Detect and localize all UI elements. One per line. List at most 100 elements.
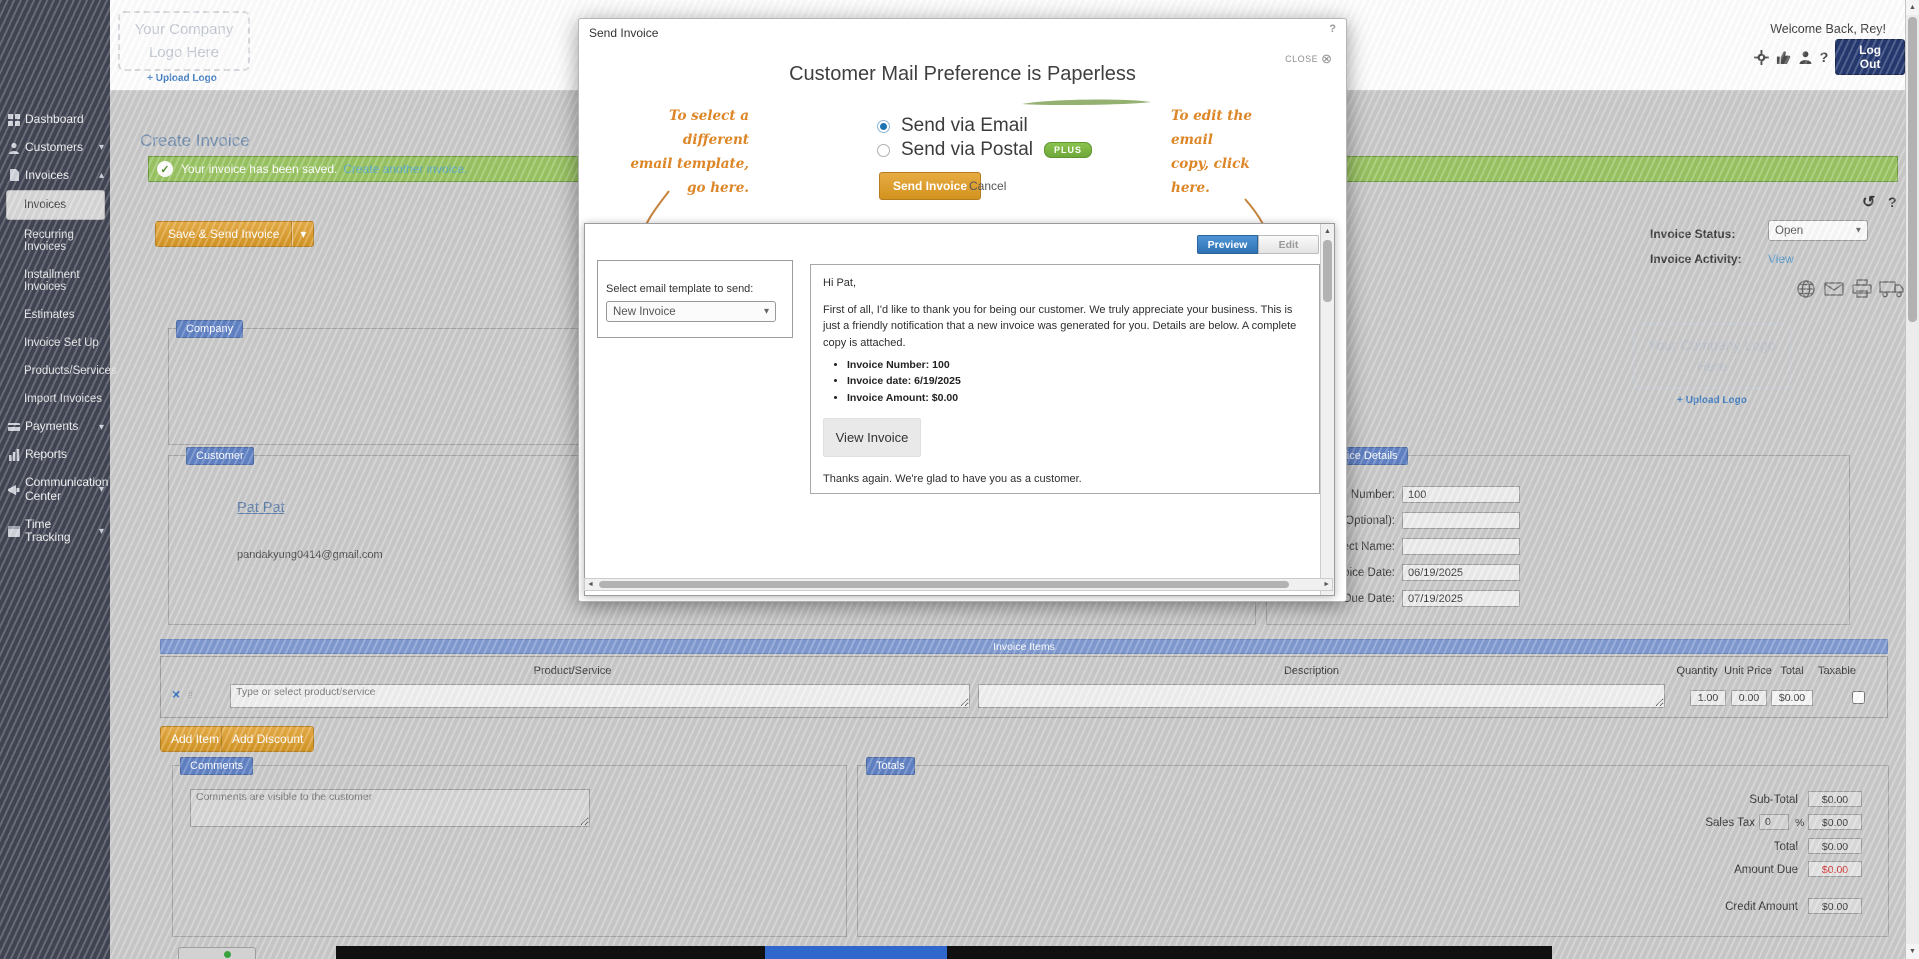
page-scrollbar[interactable]: ▲ ▼ — [1905, 0, 1919, 959]
invoice-action-icons — [1795, 279, 1905, 299]
col-unit-price: Unit Price — [1722, 665, 1774, 677]
unit-price-input[interactable] — [1731, 690, 1767, 706]
bottom-scrollbar-thumb[interactable] — [765, 946, 947, 959]
postal-radio[interactable] — [877, 144, 890, 157]
sidebar-item-customers[interactable]: Customers ▾ — [0, 134, 110, 162]
company-badge: Company — [176, 320, 243, 338]
sidebar-subitem-import-invoices[interactable]: Import Invoices — [0, 385, 110, 413]
page-scrollbar-thumb[interactable] — [1908, 17, 1917, 322]
email-option-label[interactable]: Send via Email — [901, 115, 1028, 137]
add-discount-button[interactable]: Add Discount — [221, 726, 314, 752]
scroll-left-icon: ◄ — [587, 581, 594, 588]
upload-logo-link[interactable]: + Upload Logo — [118, 73, 246, 84]
sidebar-item-dashboard[interactable]: Dashboard — [0, 106, 110, 134]
chevron-down-icon: ▾ — [99, 484, 104, 496]
postal-option-label[interactable]: Send via Postal — [901, 139, 1033, 161]
email-radio[interactable] — [877, 120, 890, 133]
gear-icon[interactable] — [1754, 50, 1769, 65]
modal-h-scrollbar-thumb[interactable] — [599, 581, 1289, 588]
sidebar-item-reports[interactable]: Reports — [0, 441, 110, 469]
sidebar-label: Time Tracking — [25, 518, 94, 546]
taxable-checkbox[interactable] — [1852, 691, 1865, 704]
sidebar-item-time-tracking[interactable]: Time Tracking ▾ — [0, 511, 110, 553]
email-panel-scrollbar[interactable]: ▲ ▼ — [1320, 224, 1334, 595]
send-invoice-modal: Send Invoice ? CLOSE ⊗ Customer Mail Pre… — [578, 18, 1347, 602]
invoice-number-input[interactable] — [1402, 486, 1520, 503]
template-select[interactable]: New Invoice ▾ — [606, 301, 776, 322]
email-greeting: Hi Pat, — [823, 275, 1307, 292]
modal-cancel-link[interactable]: Cancel — [969, 179, 1006, 193]
save-send-split-button: Save & Send Invoice ▾ — [155, 221, 314, 247]
user-icon[interactable] — [1798, 50, 1813, 65]
sidebar-subitem-invoice-set-up[interactable]: Invoice Set Up — [0, 329, 110, 357]
sidebar-subitem-products-services[interactable]: Products/Services — [0, 357, 110, 385]
save-send-button[interactable]: Save & Send Invoice — [155, 221, 292, 247]
help-icon[interactable]: ? — [1888, 194, 1897, 210]
invoice-date-input[interactable] — [1402, 564, 1520, 581]
modal-h-scrollbar[interactable]: ◄ ► — [584, 578, 1333, 591]
drag-handle-icon[interactable]: ⁞⁞ — [188, 690, 193, 700]
email-scrollbar-thumb[interactable] — [1323, 240, 1332, 302]
customer-badge: Customer — [186, 447, 254, 465]
email-scroll-up-button[interactable]: ▲ — [1321, 224, 1334, 238]
modal-heading: Customer Mail Preference is Paperless — [579, 63, 1346, 86]
modal-send-invoice-button[interactable]: Send Invoice — [879, 172, 981, 200]
globe-icon[interactable] — [1795, 279, 1817, 299]
sidebar-label: Invoices — [25, 169, 69, 183]
due-date-input[interactable] — [1402, 590, 1520, 607]
truck-icon[interactable] — [1879, 279, 1905, 299]
invoice-logo-placeholder[interactable]: Your Company Logo Here — [1633, 323, 1791, 389]
description-textarea[interactable] — [978, 684, 1665, 708]
create-another-invoice-link[interactable]: Create another invoice. — [343, 162, 467, 176]
col-total: Total — [1772, 665, 1812, 677]
scroll-right-button[interactable]: ► — [1323, 579, 1330, 590]
sidebar-subitem-invoices[interactable]: Invoices — [6, 190, 105, 220]
sidebar-item-invoices[interactable]: Invoices ▴ — [0, 162, 110, 190]
sales-tax-rate-input[interactable] — [1759, 814, 1789, 830]
sidebar: Dashboard Customers ▾ Invoices ▴ Invoice… — [0, 0, 110, 959]
logout-button[interactable]: Log Out — [1835, 39, 1905, 75]
po-number-input[interactable] — [1402, 512, 1520, 529]
add-item-button[interactable]: Add Item — [160, 726, 230, 752]
bottom-cutoff-button[interactable] — [178, 947, 256, 959]
product-service-textarea[interactable] — [230, 684, 970, 708]
postal-option-row[interactable]: Send via Postal PLUS — [877, 139, 1092, 161]
email-bullet-invoice-amount: Invoice Amount: $0.00 — [847, 390, 1307, 406]
sidebar-item-communication-center[interactable]: Communication Center ▾ — [0, 469, 110, 511]
customer-name-link[interactable]: Pat Pat — [237, 500, 285, 516]
credit-amount-value: $0.00 — [1808, 898, 1862, 914]
email-body: First of all, I'd like to thank you for … — [823, 302, 1307, 352]
history-icon[interactable]: ↺ — [1862, 192, 1875, 212]
mail-icon[interactable] — [1823, 279, 1845, 299]
sidebar-item-payments[interactable]: Payments ▾ — [0, 413, 110, 441]
comments-textarea[interactable] — [190, 789, 590, 827]
invoice-status-select[interactable]: Open ▾ — [1768, 220, 1868, 241]
scroll-down-button[interactable]: ▼ — [1906, 944, 1919, 959]
view-invoice-button[interactable]: View Invoice — [823, 418, 921, 457]
scroll-left-button[interactable]: ◄ — [587, 579, 594, 590]
company-logo-placeholder[interactable]: Your Company Logo Here — [118, 11, 250, 71]
thumbs-up-icon[interactable] — [1776, 50, 1791, 65]
scroll-up-button[interactable]: ▲ — [1906, 0, 1919, 15]
invoice-activity-view-link[interactable]: View — [1768, 252, 1794, 266]
delete-row-icon[interactable]: × — [172, 687, 180, 701]
email-option-row[interactable]: Send via Email — [877, 115, 1028, 137]
scroll-up-icon: ▲ — [1324, 228, 1331, 235]
col-taxable: Taxable — [1812, 665, 1862, 677]
sidebar-subitem-recurring-invoices[interactable]: Recurring Invoices — [0, 221, 110, 261]
preview-tab-button[interactable]: Preview — [1197, 235, 1258, 254]
project-name-input[interactable] — [1402, 538, 1520, 555]
upload-logo-link[interactable]: + Upload Logo — [1633, 395, 1791, 406]
modal-help-icon[interactable]: ? — [1329, 23, 1336, 35]
edit-tab-button[interactable]: Edit — [1258, 235, 1319, 254]
help-icon[interactable]: ? — [1820, 49, 1829, 65]
dashboard-icon — [8, 114, 20, 126]
sidebar-subitem-estimates[interactable]: Estimates — [0, 301, 110, 329]
save-send-caret-button[interactable]: ▾ — [292, 221, 314, 247]
sidebar-subitem-installment-invoices[interactable]: Installment Invoices — [0, 261, 110, 301]
quantity-input[interactable] — [1690, 690, 1726, 706]
printer-icon[interactable] — [1851, 279, 1873, 299]
note-right: To edit the email copy, click here. — [1171, 104, 1291, 200]
close-label: CLOSE — [1285, 54, 1318, 64]
email-closing: Thanks again. We're glad to have you as … — [823, 471, 1307, 488]
